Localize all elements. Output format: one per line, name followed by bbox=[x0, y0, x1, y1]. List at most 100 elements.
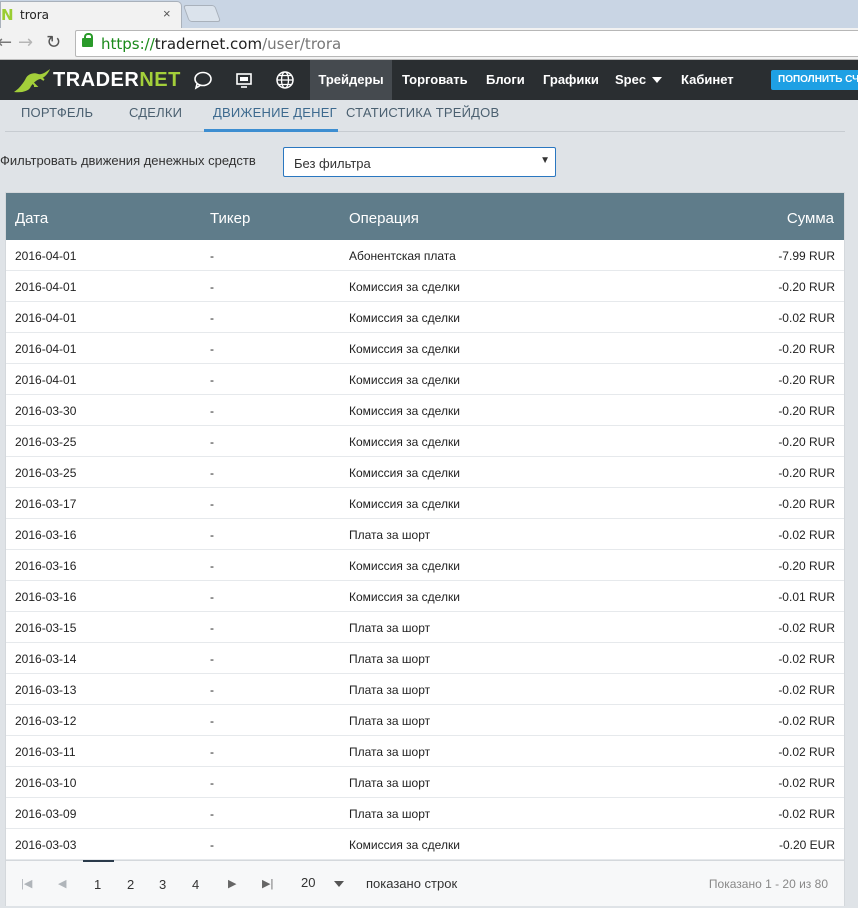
table-row[interactable]: 2016-03-11 - Плата за шорт -0.02 RUR bbox=[6, 736, 844, 767]
menu-trade[interactable]: Торговать bbox=[402, 60, 468, 100]
column-header-ticker[interactable]: Тикер bbox=[210, 210, 250, 227]
cell-amount: -7.99 RUR bbox=[778, 249, 835, 263]
cell-date: 2016-04-01 bbox=[15, 311, 77, 325]
menu-blogs[interactable]: Блоги bbox=[486, 60, 525, 100]
active-tab-indicator bbox=[204, 129, 338, 132]
cell-date: 2016-03-11 bbox=[15, 745, 76, 759]
tab-money-movement[interactable]: ДВИЖЕНИЕ ДЕНЕГ bbox=[213, 105, 337, 120]
table-row[interactable]: 2016-03-25 - Комиссия за сделки -0.20 RUR bbox=[6, 426, 844, 457]
new-tab-button[interactable] bbox=[182, 5, 222, 22]
last-page-icon[interactable]: ▶| bbox=[262, 877, 273, 890]
cell-ticker: - bbox=[210, 838, 214, 852]
table-header: Дата Тикер Операция Сумма bbox=[6, 193, 844, 240]
cell-operation: Комиссия за сделки bbox=[349, 373, 460, 387]
cell-operation: Комиссия за сделки bbox=[349, 342, 460, 356]
back-arrow-icon[interactable]: ← bbox=[0, 32, 12, 53]
cell-ticker: - bbox=[210, 466, 214, 480]
column-header-date[interactable]: Дата bbox=[15, 210, 48, 227]
cell-date: 2016-04-01 bbox=[15, 249, 77, 263]
table-row[interactable]: 2016-03-13 - Плата за шорт -0.02 RUR bbox=[6, 674, 844, 705]
page-1-button[interactable]: 1 bbox=[94, 877, 101, 892]
table-row[interactable]: 2016-03-15 - Плата за шорт -0.02 RUR bbox=[6, 612, 844, 643]
globe-icon[interactable] bbox=[275, 70, 295, 90]
menu-traders[interactable]: Трейдеры bbox=[310, 60, 392, 100]
logo-lizard-icon[interactable] bbox=[12, 66, 52, 94]
cell-date: 2016-03-30 bbox=[15, 404, 77, 418]
money-movement-table: Дата Тикер Операция Сумма 2016-04-01 - Або… bbox=[5, 192, 845, 906]
cell-date: 2016-03-14 bbox=[15, 652, 77, 666]
filter-select[interactable]: Без фильтра ▼ bbox=[283, 147, 556, 177]
cell-operation: Плата за шорт bbox=[349, 528, 431, 542]
table-row[interactable]: 2016-04-01 - Комиссия за сделки -0.20 RUR bbox=[6, 271, 844, 302]
tab-portfolio[interactable]: ПОРТФЕЛЬ bbox=[21, 105, 93, 120]
table-row[interactable]: 2016-04-01 - Комиссия за сделки -0.20 RUR bbox=[6, 333, 844, 364]
menu-spec[interactable]: Spec bbox=[615, 60, 663, 100]
prev-page-icon[interactable]: ◀ bbox=[58, 877, 66, 890]
table-row[interactable]: 2016-03-16 - Комиссия за сделки -0.20 RUR bbox=[6, 550, 844, 581]
table-row[interactable]: 2016-03-09 - Плата за шорт -0.02 RUR bbox=[6, 798, 844, 829]
page-size-caret-icon[interactable] bbox=[334, 881, 344, 887]
rows-shown-label: показано строк bbox=[366, 876, 458, 891]
cell-ticker: - bbox=[210, 435, 214, 449]
page-size-select[interactable]: 20 bbox=[301, 875, 315, 890]
cell-operation: Комиссия за сделки bbox=[349, 311, 460, 325]
table-row[interactable]: 2016-03-25 - Комиссия за сделки -0.20 RUR bbox=[6, 457, 844, 488]
monitor-icon[interactable] bbox=[234, 70, 254, 90]
first-page-icon[interactable]: |◀ bbox=[21, 877, 32, 890]
cell-amount: -0.20 RUR bbox=[778, 373, 835, 387]
cell-date: 2016-03-15 bbox=[15, 621, 77, 635]
cell-amount: -0.02 RUR bbox=[778, 807, 835, 821]
cell-amount: -0.02 RUR bbox=[778, 776, 835, 790]
page-3-button[interactable]: 3 bbox=[159, 877, 166, 892]
tab-title: trora bbox=[20, 8, 50, 22]
lock-icon bbox=[82, 33, 93, 47]
address-bar[interactable]: https://tradernet.com/user/trora bbox=[75, 30, 858, 57]
tab-trade-stats[interactable]: СТАТИСТИКА ТРЕЙДОВ bbox=[346, 105, 499, 120]
filter-label: Фильтровать движения денежных средств bbox=[0, 153, 256, 168]
cell-date: 2016-03-17 bbox=[15, 497, 77, 511]
table-row[interactable]: 2016-03-30 - Комиссия за сделки -0.20 RUR bbox=[6, 395, 844, 426]
cell-amount: -0.20 RUR bbox=[778, 497, 835, 511]
cell-amount: -0.02 RUR bbox=[778, 311, 835, 325]
browser-tabstrip: N trora × bbox=[0, 0, 858, 28]
cell-operation: Плата за шорт bbox=[349, 714, 431, 728]
cell-ticker: - bbox=[210, 621, 214, 635]
cell-ticker: - bbox=[210, 311, 214, 325]
tab-deals[interactable]: СДЕЛКИ bbox=[129, 105, 182, 120]
table-row[interactable]: 2016-03-14 - Плата за шорт -0.02 RUR bbox=[6, 643, 844, 674]
column-header-amount[interactable]: Сумма bbox=[787, 210, 834, 227]
table-row[interactable]: 2016-03-16 - Плата за шорт -0.02 RUR bbox=[6, 519, 844, 550]
cell-operation: Плата за шорт bbox=[349, 776, 431, 790]
cell-ticker: - bbox=[210, 590, 214, 604]
cell-operation: Плата за шорт bbox=[349, 652, 431, 666]
table-row[interactable]: 2016-03-17 - Комиссия за сделки -0.20 RUR bbox=[6, 488, 844, 519]
table-row[interactable]: 2016-03-03 - Комиссия за сделки -0.20 EUR bbox=[6, 829, 844, 860]
cell-amount: -0.01 RUR bbox=[778, 590, 835, 604]
table-row[interactable]: 2016-03-12 - Плата за шорт -0.02 RUR bbox=[6, 705, 844, 736]
chat-icon[interactable] bbox=[193, 70, 213, 90]
table-row[interactable]: 2016-03-16 - Комиссия за сделки -0.01 RUR bbox=[6, 581, 844, 612]
table-row[interactable]: 2016-03-10 - Плата за шорт -0.02 RUR bbox=[6, 767, 844, 798]
column-header-operation[interactable]: Операция bbox=[349, 210, 419, 227]
table-row[interactable]: 2016-04-01 - Комиссия за сделки -0.20 RUR bbox=[6, 364, 844, 395]
table-row[interactable]: 2016-04-01 - Комиссия за сделки -0.02 RUR bbox=[6, 302, 844, 333]
table-body: 2016-04-01- Абонентская плата -7.99 RUR 201… bbox=[6, 240, 844, 860]
logo-text[interactable]: TRADERNET bbox=[53, 69, 181, 92]
page-2-button[interactable]: 2 bbox=[127, 877, 134, 892]
tab-close-icon[interactable]: × bbox=[163, 6, 171, 21]
table-row[interactable]: 2016-04-01 - Абонентская плата -7.99 RUR bbox=[6, 240, 844, 271]
cell-date: 2016-04-01 bbox=[15, 280, 77, 294]
next-page-icon[interactable]: ▶ bbox=[228, 877, 236, 890]
forward-arrow-icon[interactable]: → bbox=[18, 32, 33, 53]
browser-tab[interactable]: N trora × bbox=[0, 1, 182, 28]
menu-cabinet[interactable]: Кабинет bbox=[681, 60, 734, 100]
page-4-button[interactable]: 4 bbox=[192, 877, 199, 892]
cell-date: 2016-03-09 bbox=[15, 807, 77, 821]
reload-icon[interactable]: ↻ bbox=[46, 32, 61, 53]
topup-button[interactable]: ПОПОЛНИТЬ СЧЕТ bbox=[771, 70, 858, 90]
cell-date: 2016-04-01 bbox=[15, 373, 77, 387]
cell-ticker: - bbox=[210, 280, 214, 294]
menu-charts[interactable]: Графики bbox=[543, 60, 599, 100]
browser-toolbar: ← → ↻ https://tradernet.com/user/trora bbox=[0, 28, 858, 60]
cell-amount: -0.20 RUR bbox=[778, 435, 835, 449]
